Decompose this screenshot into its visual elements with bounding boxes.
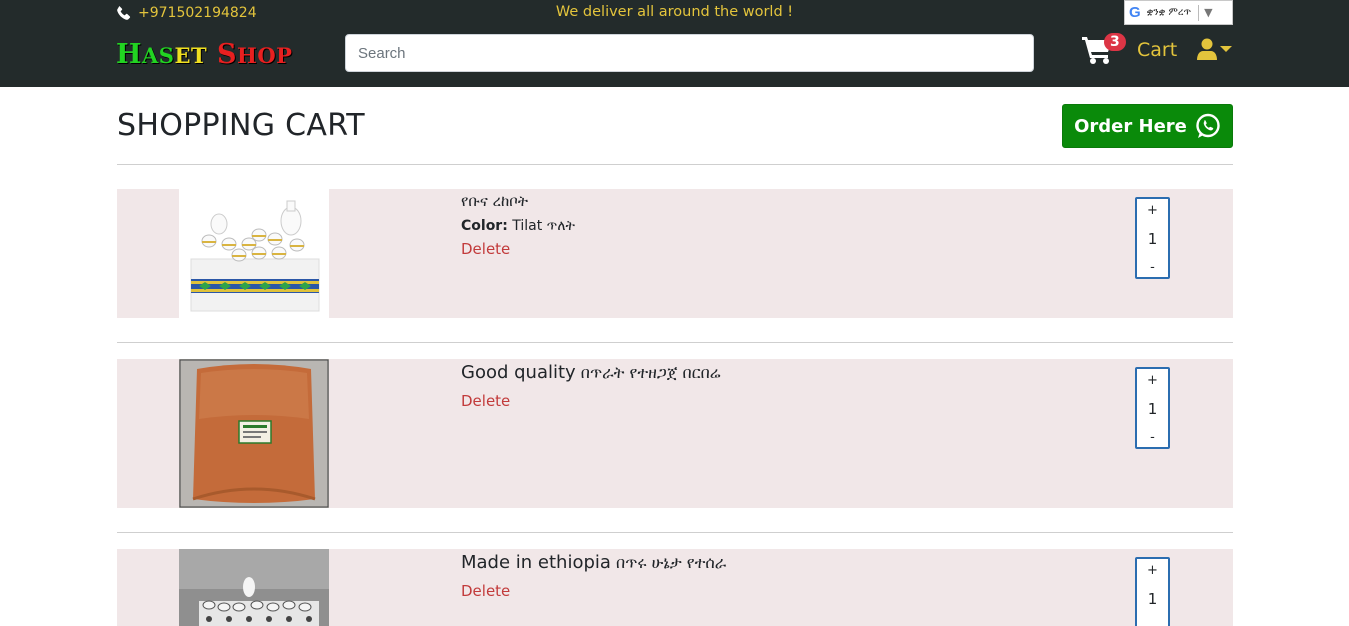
brand-letter: HOP [237, 43, 293, 68]
divider [117, 532, 1233, 533]
item-color: Color: Tilat ጥለት [461, 218, 575, 234]
brand-letter: H [116, 39, 143, 70]
divider [117, 342, 1233, 343]
whatsapp-icon [1196, 113, 1220, 138]
brand-letter: ET [174, 43, 208, 68]
delete-button[interactable]: Delete [461, 240, 575, 258]
quantity-value: 1 [1147, 230, 1158, 248]
item-name: Good quality በጥራት የተዘጋጀ በርበሬ [461, 362, 721, 383]
brand-letter: S [207, 39, 238, 70]
cart-label[interactable]: Cart [1137, 39, 1177, 61]
item-name-am: በጥራት የተዘጋጀ በርበሬ [575, 363, 721, 382]
item-info: የቡና ረከቦት Color: Tilat ጥለት Delete [461, 192, 575, 258]
cart-item: Good quality በጥራት የተዘጋጀ በርበሬ Delete + 1 … [117, 359, 1233, 508]
item-name-en: Made in ethiopia [461, 552, 611, 573]
cart-item: Made in ethiopia በጥሩ ሁኔታ የተሰራ Delete + 1… [117, 549, 1233, 626]
color-label: Color: [461, 218, 508, 234]
page-title: SHOPPING CART [117, 108, 365, 143]
item-name: የቡና ረከቦት [461, 192, 529, 210]
product-image[interactable] [179, 189, 329, 318]
decrement-button[interactable]: - [1150, 260, 1155, 275]
divider [117, 164, 1233, 165]
quantity-stepper: + 1 - [1135, 197, 1170, 279]
quantity-value: 1 [1147, 400, 1158, 418]
cart-link[interactable]: 3 Cart [1082, 33, 1177, 66]
search-input[interactable] [345, 34, 1034, 72]
delete-button[interactable]: Delete [461, 392, 721, 410]
order-here-button[interactable]: Order Here [1062, 104, 1233, 148]
user-icon [1197, 38, 1217, 60]
item-name-am: በጥሩ ሁኔታ የተሰራ [610, 553, 727, 572]
brand-logo[interactable]: HASET SHOP [116, 38, 292, 73]
item-info: Made in ethiopia በጥሩ ሁኔታ የተሰራ Delete [461, 552, 726, 600]
item-name: Made in ethiopia በጥሩ ሁኔታ የተሰራ [461, 552, 726, 573]
cart-item: የቡና ረከቦት Color: Tilat ጥለት Delete + 1 - [117, 189, 1233, 318]
chevron-down-icon[interactable]: ▼ [1204, 6, 1212, 19]
order-button-label: Order Here [1074, 115, 1187, 137]
quantity-stepper: + 1 - [1135, 367, 1170, 449]
item-name-en: Good quality [461, 362, 576, 383]
cart-count-badge: 3 [1104, 33, 1126, 51]
google-translate-select[interactable]: G ቋንቋ ምረጥ ▼ [1124, 0, 1233, 25]
product-image[interactable] [179, 549, 329, 626]
decrement-button[interactable]: - [1150, 430, 1155, 445]
decrement-button[interactable]: - [1150, 620, 1155, 626]
increment-button[interactable]: + [1147, 563, 1158, 578]
language-select-label[interactable]: ቋንቋ ምረጥ [1147, 7, 1191, 18]
product-image[interactable] [179, 359, 329, 508]
divider [1198, 4, 1200, 21]
delete-button[interactable]: Delete [461, 582, 726, 600]
navbar: +971502194824 We deliver all around the … [0, 0, 1349, 87]
brand-letter: AS [142, 43, 175, 68]
quantity-stepper: + 1 - [1135, 557, 1170, 626]
google-icon: G [1129, 4, 1141, 21]
increment-button[interactable]: + [1147, 203, 1158, 218]
increment-button[interactable]: + [1147, 373, 1158, 388]
item-info: Good quality በጥራት የተዘጋጀ በርበሬ Delete [461, 362, 721, 410]
user-menu-toggle[interactable] [1197, 38, 1232, 60]
chevron-down-icon [1220, 46, 1232, 52]
color-value: Tilat ጥለት [507, 218, 575, 234]
quantity-value: 1 [1147, 590, 1158, 608]
